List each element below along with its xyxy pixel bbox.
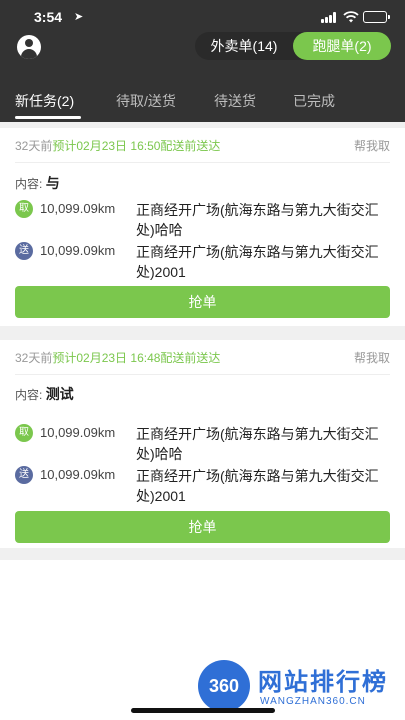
content-value: 测试 bbox=[45, 386, 74, 402]
order-content: 内容: 与 bbox=[15, 173, 60, 193]
order-age: 32天前 bbox=[15, 351, 53, 365]
order-type-label: 帮我取 bbox=[353, 351, 390, 365]
delivery-distance: 10,099.09km bbox=[40, 467, 116, 482]
order-type-switch: 外卖单(14) 跑腿单(2) bbox=[195, 32, 391, 60]
delivery-address: 正商经开广场(航海东路与第九大街交汇处)2001 bbox=[136, 468, 379, 504]
content-label: 内容: bbox=[15, 177, 43, 191]
status-bar: 3:54 ➤ bbox=[0, 0, 405, 36]
tab-new-tasks[interactable]: 新任务(2) bbox=[15, 91, 74, 111]
watermark-badge: 360 bbox=[198, 660, 250, 712]
content-value: 与 bbox=[45, 175, 60, 191]
cellular-signal-icon bbox=[321, 12, 337, 23]
order-card: 32天前预计02月23日 16:48配送前送达 帮我取 内容: 测试 取 10,… bbox=[0, 340, 405, 548]
pickup-address: 正商经开广场(航海东路与第九大街交汇处)哈哈 bbox=[136, 426, 379, 462]
divider bbox=[15, 374, 390, 375]
home-indicator[interactable] bbox=[131, 708, 275, 713]
watermark-title: 网站排行榜 bbox=[258, 669, 388, 696]
grab-order-button[interactable]: 抢单 bbox=[15, 511, 390, 543]
pickup-address: 正商经开广场(航海东路与第九大街交汇处)哈哈 bbox=[136, 202, 379, 238]
pickup-distance: 10,099.09km bbox=[40, 201, 116, 216]
order-type-label: 帮我取 bbox=[353, 139, 390, 153]
location-arrow-icon: ➤ bbox=[74, 11, 84, 23]
tab-to-deliver[interactable]: 待送货 bbox=[214, 91, 256, 111]
wifi-icon bbox=[343, 11, 359, 23]
segment-errand-orders[interactable]: 跑腿单(2) bbox=[293, 32, 391, 60]
segment-takeout-orders[interactable]: 外卖单(14) bbox=[197, 32, 291, 60]
tab-completed[interactable]: 已完成 bbox=[293, 91, 335, 111]
user-avatar-icon[interactable] bbox=[17, 35, 41, 59]
divider bbox=[0, 326, 405, 340]
order-content: 内容: 测试 bbox=[15, 384, 74, 404]
order-eta: 预计02月23日 16:48配送前送达 bbox=[52, 351, 221, 365]
order-time: 32天前预计02月23日 16:48配送前送达 bbox=[15, 349, 220, 366]
order-eta: 预计02月23日 16:50配送前送达 bbox=[52, 139, 221, 153]
order-time: 32天前预计02月23日 16:50配送前送达 bbox=[15, 137, 220, 154]
divider bbox=[0, 548, 405, 560]
status-time: 3:54 bbox=[34, 9, 63, 25]
task-tabs: 新任务(2) 待取/送货 待送货 已完成 bbox=[0, 82, 405, 122]
divider bbox=[15, 162, 390, 163]
grab-order-button[interactable]: 抢单 bbox=[15, 286, 390, 318]
order-age: 32天前 bbox=[15, 139, 53, 153]
tab-pickup-delivery[interactable]: 待取/送货 bbox=[116, 91, 176, 111]
order-card: 32天前预计02月23日 16:50配送前送达 帮我取 内容: 与 取 10,0… bbox=[0, 128, 405, 326]
pickup-badge: 取 bbox=[15, 424, 33, 442]
battery-icon bbox=[363, 11, 390, 23]
delivery-badge: 送 bbox=[15, 466, 33, 484]
delivery-distance: 10,099.09km bbox=[40, 243, 116, 258]
app-header: 3:54 ➤ 外卖单(14) 跑腿单(2) 新任务(2) 待取/送货 待送货 已… bbox=[0, 0, 405, 122]
content-label: 内容: bbox=[15, 388, 43, 402]
delivery-address: 正商经开广场(航海东路与第九大街交汇处)2001 bbox=[136, 244, 379, 280]
pickup-distance: 10,099.09km bbox=[40, 425, 116, 440]
active-tab-indicator bbox=[15, 116, 81, 119]
watermark-subtitle: WANGZHAN360.CN bbox=[260, 696, 366, 707]
pickup-badge: 取 bbox=[15, 200, 33, 218]
delivery-badge: 送 bbox=[15, 242, 33, 260]
